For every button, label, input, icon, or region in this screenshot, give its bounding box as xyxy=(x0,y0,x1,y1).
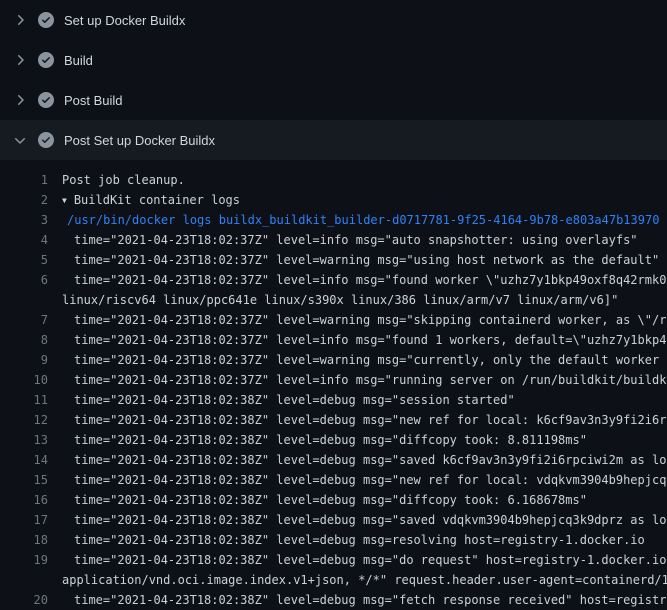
log-row: 10 time="2021-04-23T18:02:37Z" level=info… xyxy=(0,370,667,390)
line-number[interactable]: 10 xyxy=(0,370,48,390)
line-number[interactable]: 15 xyxy=(0,470,48,490)
log-text: time="2021-04-23T18:02:37Z" level=info m… xyxy=(62,330,667,350)
log-row: 15 time="2021-04-23T18:02:38Z" level=debu… xyxy=(0,470,667,490)
log-row: 9 time="2021-04-23T18:02:37Z" level=warni… xyxy=(0,350,667,370)
log-text: time="2021-04-23T18:02:38Z" level=debug … xyxy=(62,490,587,510)
log-row: 1 Post job cleanup. xyxy=(0,170,667,190)
line-number[interactable]: 12 xyxy=(0,410,48,430)
chevron-right-icon xyxy=(12,52,28,68)
line-number[interactable]: 3 xyxy=(0,210,48,230)
step-log-viewer: 1 Post job cleanup. 2 ▼ BuildKit container l… xyxy=(0,160,667,610)
chevron-right-icon xyxy=(12,12,28,28)
log-text: time="2021-04-23T18:02:37Z" level=warnin… xyxy=(62,350,667,370)
log-text: time="2021-04-23T18:02:38Z" level=debug … xyxy=(62,590,667,610)
step-label: Set up Docker Buildx xyxy=(64,13,185,28)
log-text: time="2021-04-23T18:02:38Z" level=debug … xyxy=(62,410,667,430)
log-text: time="2021-04-23T18:02:38Z" level=debug … xyxy=(62,530,645,550)
log-command-text: /usr/bin/docker logs buildx_buildkit_bui… xyxy=(62,210,659,230)
log-lines: 1 Post job cleanup. 2 ▼ BuildKit container l… xyxy=(0,170,667,610)
step-row-set-up-docker-buildx[interactable]: Set up Docker Buildx xyxy=(0,0,667,40)
chevron-down-icon xyxy=(12,132,28,148)
log-text: time="2021-04-23T18:02:37Z" level=info m… xyxy=(62,270,667,290)
line-number[interactable]: 7 xyxy=(0,310,48,330)
step-label: Build xyxy=(64,53,93,68)
line-number[interactable]: 14 xyxy=(0,450,48,470)
line-number[interactable]: 5 xyxy=(0,250,48,270)
log-row: 18 time="2021-04-23T18:02:38Z" level=debu… xyxy=(0,530,667,550)
log-group-label: BuildKit container logs xyxy=(74,193,240,207)
step-row-post-set-up-docker-buildx[interactable]: Post Set up Docker Buildx xyxy=(0,120,667,160)
log-row: 4 time="2021-04-23T18:02:37Z" level=info … xyxy=(0,230,667,250)
log-text: time="2021-04-23T18:02:37Z" level=warnin… xyxy=(62,310,667,330)
log-row: linux/riscv64 linux/ppc641e linux/s390x … xyxy=(0,290,667,310)
line-number[interactable]: 19 xyxy=(0,550,48,570)
job-steps-list: Set up Docker Buildx Build Post Build Po… xyxy=(0,0,667,160)
line-number[interactable]: 8 xyxy=(0,330,48,350)
log-row: 12 time="2021-04-23T18:02:38Z" level=debu… xyxy=(0,410,667,430)
line-number[interactable]: 16 xyxy=(0,490,48,510)
step-row-post-build[interactable]: Post Build xyxy=(0,80,667,120)
log-row: 8 time="2021-04-23T18:02:37Z" level=info … xyxy=(0,330,667,350)
log-text: application/vnd.oci.image.index.v1+json,… xyxy=(62,570,667,590)
log-row: application/vnd.oci.image.index.v1+json,… xyxy=(0,570,667,590)
log-text: time="2021-04-23T18:02:37Z" level=info m… xyxy=(62,230,638,250)
line-number[interactable]: 11 xyxy=(0,390,48,410)
log-row: 13 time="2021-04-23T18:02:38Z" level=debu… xyxy=(0,430,667,450)
log-text: time="2021-04-23T18:02:38Z" level=debug … xyxy=(62,550,667,570)
triangle-down-icon: ▼ xyxy=(62,191,67,210)
log-row: 6 time="2021-04-23T18:02:37Z" level=info … xyxy=(0,270,667,290)
log-row: 3/usr/bin/docker logs buildx_buildkit_bu… xyxy=(0,210,667,230)
line-number[interactable]: 20 xyxy=(0,590,48,610)
log-text: time="2021-04-23T18:02:38Z" level=debug … xyxy=(62,470,667,490)
log-group-row: 2 ▼ BuildKit container logs xyxy=(0,190,667,210)
log-row: 17 time="2021-04-23T18:02:38Z" level=debu… xyxy=(0,510,667,530)
line-number[interactable]: 2 xyxy=(0,190,48,210)
line-number[interactable]: 4 xyxy=(0,230,48,250)
check-circle-icon xyxy=(38,52,54,68)
log-text: time="2021-04-23T18:02:37Z" level=warnin… xyxy=(62,250,659,270)
log-text: time="2021-04-23T18:02:38Z" level=debug … xyxy=(62,510,667,530)
line-number[interactable]: 17 xyxy=(0,510,48,530)
chevron-right-icon xyxy=(12,92,28,108)
step-row-build[interactable]: Build xyxy=(0,40,667,80)
step-label: Post Build xyxy=(64,93,123,108)
line-number xyxy=(0,290,48,310)
check-circle-icon xyxy=(38,92,54,108)
check-circle-icon xyxy=(38,12,54,28)
step-label: Post Set up Docker Buildx xyxy=(64,133,215,148)
log-text: time="2021-04-23T18:02:38Z" level=debug … xyxy=(62,450,667,470)
check-circle-icon xyxy=(38,132,54,148)
line-number xyxy=(0,570,48,590)
line-number[interactable]: 6 xyxy=(0,270,48,290)
log-row: 5 time="2021-04-23T18:02:37Z" level=warni… xyxy=(0,250,667,270)
line-number[interactable]: 1 xyxy=(0,170,48,190)
log-text: linux/riscv64 linux/ppc641e linux/s390x … xyxy=(62,290,618,310)
log-group-toggle[interactable]: ▼ BuildKit container logs xyxy=(62,190,240,210)
log-text: time="2021-04-23T18:02:37Z" level=info m… xyxy=(62,370,667,390)
line-number[interactable]: 18 xyxy=(0,530,48,550)
log-row: 20 time="2021-04-23T18:02:38Z" level=debu… xyxy=(0,590,667,610)
line-number[interactable]: 9 xyxy=(0,350,48,370)
log-text: time="2021-04-23T18:02:38Z" level=debug … xyxy=(62,390,515,410)
line-number[interactable]: 13 xyxy=(0,430,48,450)
log-row: 14 time="2021-04-23T18:02:38Z" level=debu… xyxy=(0,450,667,470)
log-row: 7 time="2021-04-23T18:02:37Z" level=warni… xyxy=(0,310,667,330)
log-row: 16 time="2021-04-23T18:02:38Z" level=debu… xyxy=(0,490,667,510)
log-text: Post job cleanup. xyxy=(62,170,185,190)
log-row: 19 time="2021-04-23T18:02:38Z" level=debu… xyxy=(0,550,667,570)
log-row: 11 time="2021-04-23T18:02:38Z" level=debu… xyxy=(0,390,667,410)
log-text: time="2021-04-23T18:02:38Z" level=debug … xyxy=(62,430,587,450)
